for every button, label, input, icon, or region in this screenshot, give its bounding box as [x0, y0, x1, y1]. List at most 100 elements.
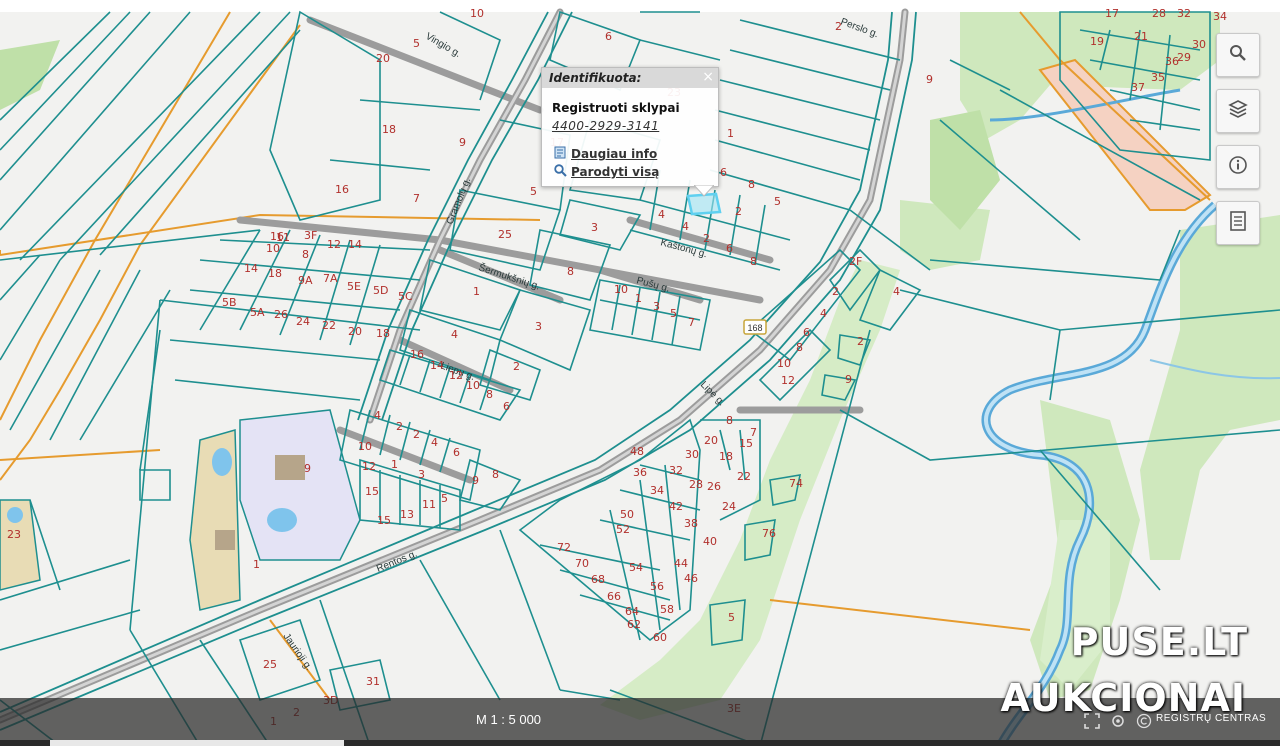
- parcel-number: 6: [803, 326, 810, 339]
- parcel-number: 12: [781, 374, 795, 387]
- info-icon: [1228, 155, 1248, 180]
- parcel-number: 9: [459, 136, 466, 149]
- map-scale: M 1 : 5 000: [476, 712, 542, 727]
- parcel-number: 4: [682, 220, 689, 233]
- parcel-number: 5: [774, 195, 781, 208]
- parcel-number: 2: [857, 335, 864, 348]
- parcel-number: 20: [704, 434, 718, 447]
- parcel-number: 12: [327, 238, 341, 251]
- parcel-number: 24: [722, 500, 736, 513]
- parcel-number: 10: [470, 7, 484, 20]
- parcel-number: 42: [669, 500, 683, 513]
- parcel-number: 18: [719, 450, 733, 463]
- parcel-number: 5: [670, 307, 677, 320]
- parcel-number: 44: [674, 557, 688, 570]
- parcel-number: 34: [1213, 10, 1227, 23]
- parcel-number: 9: [845, 373, 852, 386]
- parcel-number: 1: [391, 458, 398, 471]
- parcel-number: 35: [1151, 71, 1165, 84]
- parcel-number: 3: [653, 300, 660, 313]
- search-button[interactable]: [1216, 33, 1260, 77]
- parcel-number: 7: [750, 426, 757, 439]
- parcel-number: 15: [377, 514, 391, 527]
- parcel-number: 72: [557, 541, 571, 554]
- parcel-number: 2: [396, 420, 403, 433]
- identification-popup: Identifikuota: × Registruoti sklypai 440…: [541, 67, 719, 197]
- parcel-number: 5E: [347, 280, 361, 293]
- parcel-number: 2: [413, 428, 420, 441]
- parcel-number: 14: [348, 238, 362, 251]
- parcel-number: 10: [266, 242, 280, 255]
- show-all-label: Parodyti visą: [571, 165, 660, 179]
- parcel-number: 4: [820, 307, 827, 320]
- parcel-number: 2: [835, 20, 842, 33]
- more-info-link[interactable]: Daugiau info: [554, 146, 657, 162]
- parcel-number: 7: [688, 316, 695, 329]
- parcel-number: 64: [625, 605, 639, 618]
- road-shield-168: 168: [743, 319, 767, 335]
- parcel-number: 2: [735, 205, 742, 218]
- parcel-number: 1: [253, 558, 260, 571]
- parcel-code-link[interactable]: 4400-2929-3141: [552, 119, 659, 133]
- parcel-number: 76: [762, 527, 776, 540]
- parcel-number: 5: [413, 37, 420, 50]
- parcel-number: 12: [362, 460, 376, 473]
- parcel-number: 6: [726, 242, 733, 255]
- parcel-number: 16: [410, 348, 424, 361]
- parcel-number: 20: [376, 52, 390, 65]
- parcel-number: 11: [422, 498, 436, 511]
- parcel-number: 8: [567, 265, 574, 278]
- parcel-number: 28: [1152, 7, 1166, 20]
- parcel-number: 10: [777, 357, 791, 370]
- parcel-number: 8: [796, 341, 803, 354]
- parcel-number: 5C: [398, 290, 413, 303]
- parcel-number: 9: [926, 73, 933, 86]
- parcel-number: 29: [1177, 51, 1191, 64]
- parcel-number: 14: [244, 262, 258, 275]
- parcel-number: 5D: [373, 284, 388, 297]
- parcel-number: 7: [413, 192, 420, 205]
- parcel-number: 36: [633, 466, 647, 479]
- parcel-number: 25: [498, 228, 512, 241]
- parcel-number: 23: [7, 528, 21, 541]
- parcel-number: 4: [893, 285, 900, 298]
- parcel-number: 6: [605, 30, 612, 43]
- parcel-number: 70: [575, 557, 589, 570]
- parcel-number: 9A: [298, 274, 313, 287]
- parcel-number: 1: [473, 285, 480, 298]
- parcel-number: 6: [720, 166, 727, 179]
- parcel-number: 58: [660, 603, 674, 616]
- parcel-number: 3: [535, 320, 542, 333]
- parcel-number: 16: [335, 183, 349, 196]
- parcel-number: 54: [629, 561, 643, 574]
- legend-button[interactable]: [1216, 201, 1260, 245]
- parcel-number: 50: [620, 508, 634, 521]
- parcel-number: 8: [750, 255, 757, 268]
- magnifier-icon: [554, 164, 567, 180]
- parcel-number: 6: [503, 400, 510, 413]
- popup-title: Registruoti sklypai: [552, 101, 680, 115]
- info-button[interactable]: [1216, 145, 1260, 189]
- parcel-number: 21: [1134, 30, 1148, 43]
- parcel-number: 5: [728, 611, 735, 624]
- parcel-number: 2F: [849, 255, 862, 268]
- parcel-number: 25: [263, 658, 277, 671]
- parcel-number: 10: [614, 283, 628, 296]
- parcel-number: 10: [358, 440, 372, 453]
- parcel-number: 2: [513, 360, 520, 373]
- parcel-number: 62: [627, 618, 641, 631]
- parcel-number: 8: [486, 388, 493, 401]
- parcel-number: 6: [453, 446, 460, 459]
- parcel-number: 2: [703, 232, 710, 245]
- show-all-link[interactable]: Parodyti visą: [554, 164, 659, 180]
- parcel-number: 18: [376, 327, 390, 340]
- parcel-number: 1: [727, 127, 734, 140]
- parcel-number: 22: [737, 470, 751, 483]
- layers-button[interactable]: [1216, 89, 1260, 133]
- parcel-number: 74: [789, 477, 803, 490]
- parcel-number: 2: [832, 285, 839, 298]
- popup-header: Identifikuota:: [542, 68, 718, 88]
- parcel-number: 1: [635, 292, 642, 305]
- close-icon[interactable]: ×: [702, 69, 714, 85]
- parcel-number: 3: [591, 221, 598, 234]
